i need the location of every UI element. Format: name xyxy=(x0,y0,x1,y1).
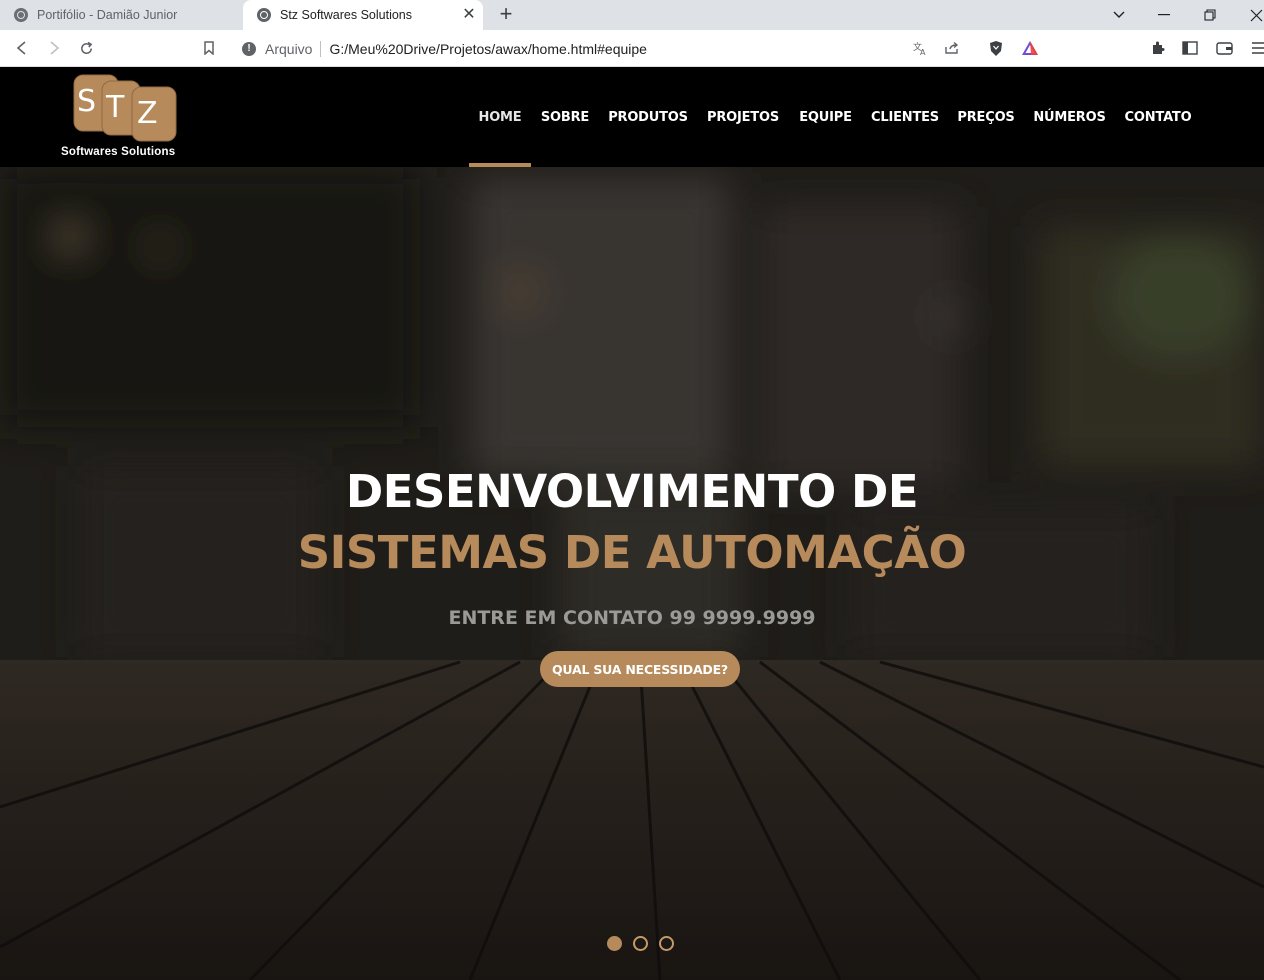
nav-home[interactable]: HOME xyxy=(469,67,531,167)
restore-icon[interactable] xyxy=(1192,0,1228,30)
nav-contato[interactable]: CONTATO xyxy=(1115,67,1201,167)
wallet-icon[interactable] xyxy=(1214,38,1234,58)
logo-letter-t: T xyxy=(106,90,125,125)
minimize-icon[interactable] xyxy=(1146,0,1182,30)
globe-icon xyxy=(14,8,28,22)
browser-tab-portfolio[interactable]: Portifólio - Damião Junior xyxy=(0,0,242,30)
nav-clientes[interactable]: CLIENTES xyxy=(862,67,948,167)
logo-letter-z: Z xyxy=(137,96,158,131)
site-header: S T Z Softwares Solutions HOME SOBRE PRO… xyxy=(0,67,1264,167)
bookmark-icon[interactable] xyxy=(199,38,219,58)
translate-icon[interactable]: 文A xyxy=(910,38,930,58)
hero-contact-text: ENTRE EM CONTATO 99 9999.9999 xyxy=(448,607,816,629)
slider-dot-1[interactable] xyxy=(607,936,622,951)
slider-dot-3[interactable] xyxy=(659,936,674,951)
hero-title-line2: SISTEMAS DE AUTOMAÇÃO xyxy=(297,526,967,579)
new-tab-button[interactable]: + xyxy=(495,3,517,26)
close-tab-icon[interactable]: ✕ xyxy=(461,7,477,23)
url-text[interactable]: G:/Meu%20Drive/Projetos/awax/home.html#e… xyxy=(329,41,647,57)
reload-icon[interactable] xyxy=(76,38,96,58)
forward-icon[interactable] xyxy=(44,38,64,58)
brave-shield-icon[interactable] xyxy=(986,38,1006,58)
globe-icon xyxy=(257,8,271,22)
sidebar-icon[interactable] xyxy=(1180,38,1200,58)
nav-equipe[interactable]: EQUIPE xyxy=(789,67,862,167)
nav-projetos[interactable]: PROJETOS xyxy=(697,67,789,167)
brave-rewards-icon[interactable] xyxy=(1020,38,1040,58)
tab-list-chevron-icon[interactable] xyxy=(1101,0,1137,30)
slider-dot-2[interactable] xyxy=(633,936,648,951)
security-label: Arquivo xyxy=(265,40,313,57)
info-icon[interactable]: ! xyxy=(242,41,256,56)
close-window-icon[interactable] xyxy=(1238,0,1264,30)
logo-letter-s: S xyxy=(77,84,97,119)
nav-sobre[interactable]: SOBRE xyxy=(531,67,599,167)
logo-tagline: Softwares Solutions xyxy=(61,146,176,158)
menu-icon[interactable] xyxy=(1248,38,1264,58)
browser-tabstrip: Portifólio - Damião Junior Stz Softwares… xyxy=(0,0,1264,30)
divider xyxy=(320,40,322,57)
nav-precos[interactable]: PREÇOS xyxy=(948,67,1024,167)
hero-slider: DESENVOLVIMENTO DE SISTEMAS DE AUTOMAÇÃO… xyxy=(0,167,1264,980)
svg-text:A: A xyxy=(920,48,926,56)
browser-tab-stz[interactable]: Stz Softwares Solutions ✕ xyxy=(243,0,483,30)
main-nav: HOME SOBRE PRODUTOS PROJETOS EQUIPE CLIE… xyxy=(469,67,1201,167)
tab-title: Stz Softwares Solutions xyxy=(280,8,413,22)
hero-title-line1: DESENVOLVIMENTO DE xyxy=(345,465,919,518)
share-icon[interactable] xyxy=(942,38,962,58)
extensions-icon[interactable] xyxy=(1148,38,1168,58)
tab-title: Portifólio - Damião Junior xyxy=(37,8,178,22)
nav-numeros[interactable]: NÚMEROS xyxy=(1024,67,1115,167)
nav-produtos[interactable]: PRODUTOS xyxy=(599,67,697,167)
hero-cta-button[interactable]: QUAL SUA NECESSIDADE? xyxy=(540,651,740,687)
browser-toolbar: ! Arquivo G:/Meu%20Drive/Projetos/awax/h… xyxy=(0,30,1264,67)
back-icon[interactable] xyxy=(12,38,32,58)
slider-pagination xyxy=(607,936,674,951)
